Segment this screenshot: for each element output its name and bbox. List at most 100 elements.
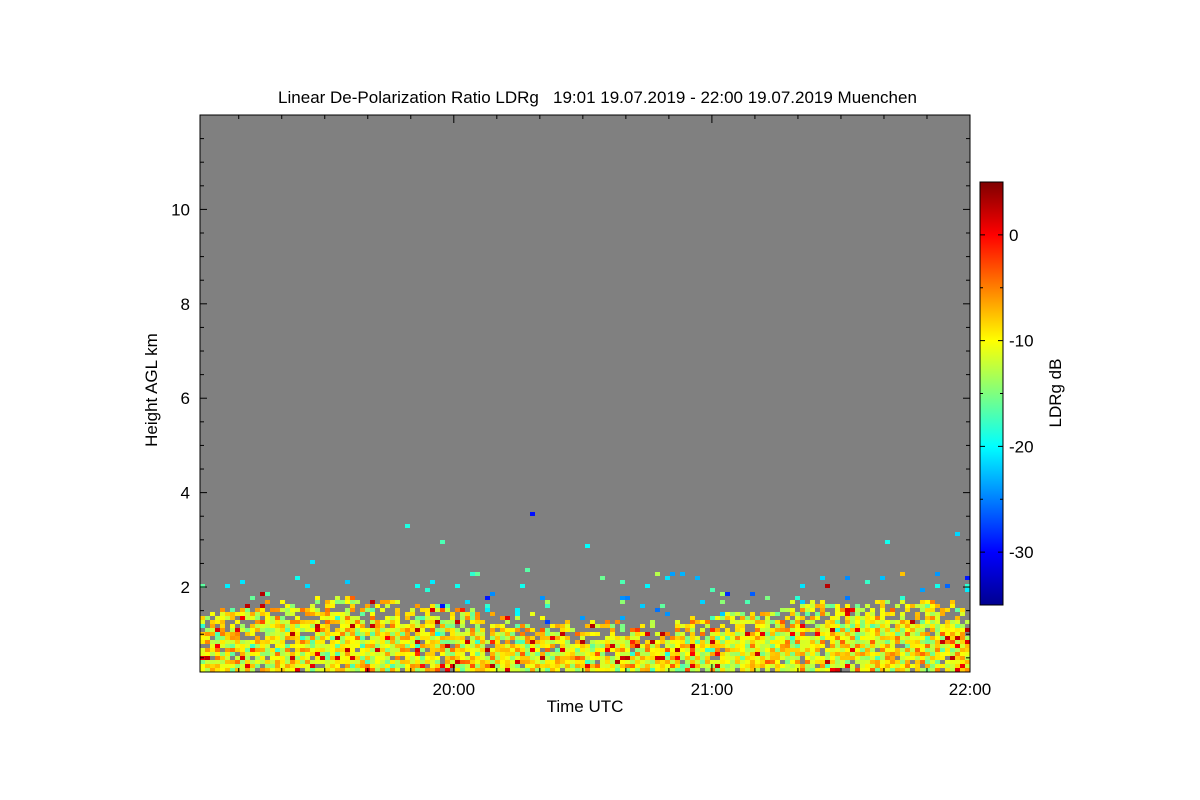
colorbar-tick-label: 0 xyxy=(1009,226,1018,245)
heatmap-cell xyxy=(845,616,850,620)
heatmap-cell xyxy=(275,620,280,624)
heatmap-cell xyxy=(345,612,350,616)
heatmap-cell xyxy=(820,656,825,660)
heatmap-cell xyxy=(920,624,925,628)
heatmap-cell xyxy=(215,648,220,652)
heatmap-cell xyxy=(435,616,440,620)
heatmap-cell xyxy=(390,660,395,664)
heatmap-cell xyxy=(650,624,655,628)
heatmap-cell xyxy=(580,616,585,620)
heatmap-cell xyxy=(295,624,300,628)
heatmap-cell xyxy=(890,660,895,664)
heatmap-cell xyxy=(625,640,630,644)
heatmap-cell xyxy=(735,636,740,640)
heatmap-cell xyxy=(245,652,250,656)
heatmap-cell xyxy=(295,660,300,664)
heatmap-cell xyxy=(375,604,380,608)
heatmap-cell xyxy=(875,600,880,604)
heatmap-cell xyxy=(435,604,440,608)
heatmap-cell xyxy=(310,644,315,648)
heatmap-cell xyxy=(460,648,465,652)
heatmap-cell xyxy=(450,620,455,624)
heatmap-cell xyxy=(355,664,360,668)
heatmap-cell xyxy=(885,632,890,636)
heatmap-cell xyxy=(280,636,285,640)
heatmap-cell xyxy=(205,640,210,644)
heatmap-cell xyxy=(720,644,725,648)
heatmap-cell xyxy=(380,620,385,624)
heatmap-cell xyxy=(240,668,245,672)
heatmap-cell xyxy=(330,604,335,608)
heatmap-cell xyxy=(780,628,785,632)
heatmap-cell xyxy=(200,664,205,668)
heatmap-cell xyxy=(360,608,365,612)
heatmap-cell xyxy=(860,664,865,668)
heatmap-cell xyxy=(745,652,750,656)
heatmap-cell xyxy=(330,616,335,620)
heatmap-cell xyxy=(455,652,460,656)
heatmap-cell xyxy=(925,608,930,612)
heatmap-cell xyxy=(945,668,950,672)
heatmap-cell xyxy=(350,668,355,672)
heatmap-cell xyxy=(395,668,400,672)
heatmap-cell xyxy=(315,608,320,612)
heatmap-cell xyxy=(815,660,820,664)
heatmap-cell xyxy=(735,664,740,668)
heatmap-cell xyxy=(390,668,395,672)
heatmap-cell xyxy=(725,660,730,664)
heatmap-cell xyxy=(655,656,660,660)
heatmap-cell xyxy=(220,652,225,656)
heatmap-cell xyxy=(885,636,890,640)
heatmap-cell xyxy=(200,616,205,620)
heatmap-cell xyxy=(905,656,910,660)
heatmap-cell xyxy=(890,620,895,624)
heatmap-cell xyxy=(245,644,250,648)
heatmap-cell xyxy=(920,608,925,612)
heatmap-cell xyxy=(735,612,740,616)
heatmap-cell xyxy=(595,664,600,668)
heatmap-cell xyxy=(610,636,615,640)
heatmap-cell xyxy=(425,644,430,648)
heatmap-cell xyxy=(890,608,895,612)
heatmap-cell xyxy=(880,636,885,640)
heatmap-cell xyxy=(785,632,790,636)
heatmap-cell xyxy=(855,640,860,644)
heatmap-cell xyxy=(430,664,435,668)
heatmap-cell xyxy=(865,624,870,628)
heatmap-cell xyxy=(525,668,530,672)
heatmap-cell xyxy=(905,664,910,668)
heatmap-cell xyxy=(385,604,390,608)
heatmap-cell xyxy=(700,628,705,632)
heatmap-cell xyxy=(540,656,545,660)
heatmap-cell xyxy=(435,668,440,672)
heatmap-cell xyxy=(235,668,240,672)
heatmap-cell xyxy=(380,608,385,612)
heatmap-cell xyxy=(960,628,965,632)
heatmap-cell xyxy=(235,628,240,632)
heatmap-cell xyxy=(520,584,525,588)
heatmap-cell xyxy=(430,580,435,584)
heatmap-cell xyxy=(590,644,595,648)
heatmap-cell xyxy=(900,628,905,632)
heatmap-cell xyxy=(870,636,875,640)
heatmap-cell xyxy=(910,648,915,652)
heatmap-cell xyxy=(230,668,235,672)
heatmap-cell xyxy=(385,660,390,664)
heatmap-cell xyxy=(430,668,435,672)
heatmap-cell xyxy=(840,644,845,648)
heatmap-cell xyxy=(920,604,925,608)
heatmap-cell xyxy=(615,660,620,664)
heatmap-cell xyxy=(510,628,515,632)
heatmap-cell xyxy=(265,624,270,628)
heatmap-cell xyxy=(865,656,870,660)
heatmap-cell xyxy=(430,636,435,640)
heatmap-cell xyxy=(475,660,480,664)
heatmap-cell xyxy=(630,632,635,636)
heatmap-cell xyxy=(780,668,785,672)
heatmap-cell xyxy=(805,660,810,664)
heatmap-cell xyxy=(665,612,670,616)
heatmap-cell xyxy=(245,640,250,644)
heatmap-cell xyxy=(585,644,590,648)
heatmap-cell xyxy=(910,652,915,656)
heatmap-cell xyxy=(820,636,825,640)
